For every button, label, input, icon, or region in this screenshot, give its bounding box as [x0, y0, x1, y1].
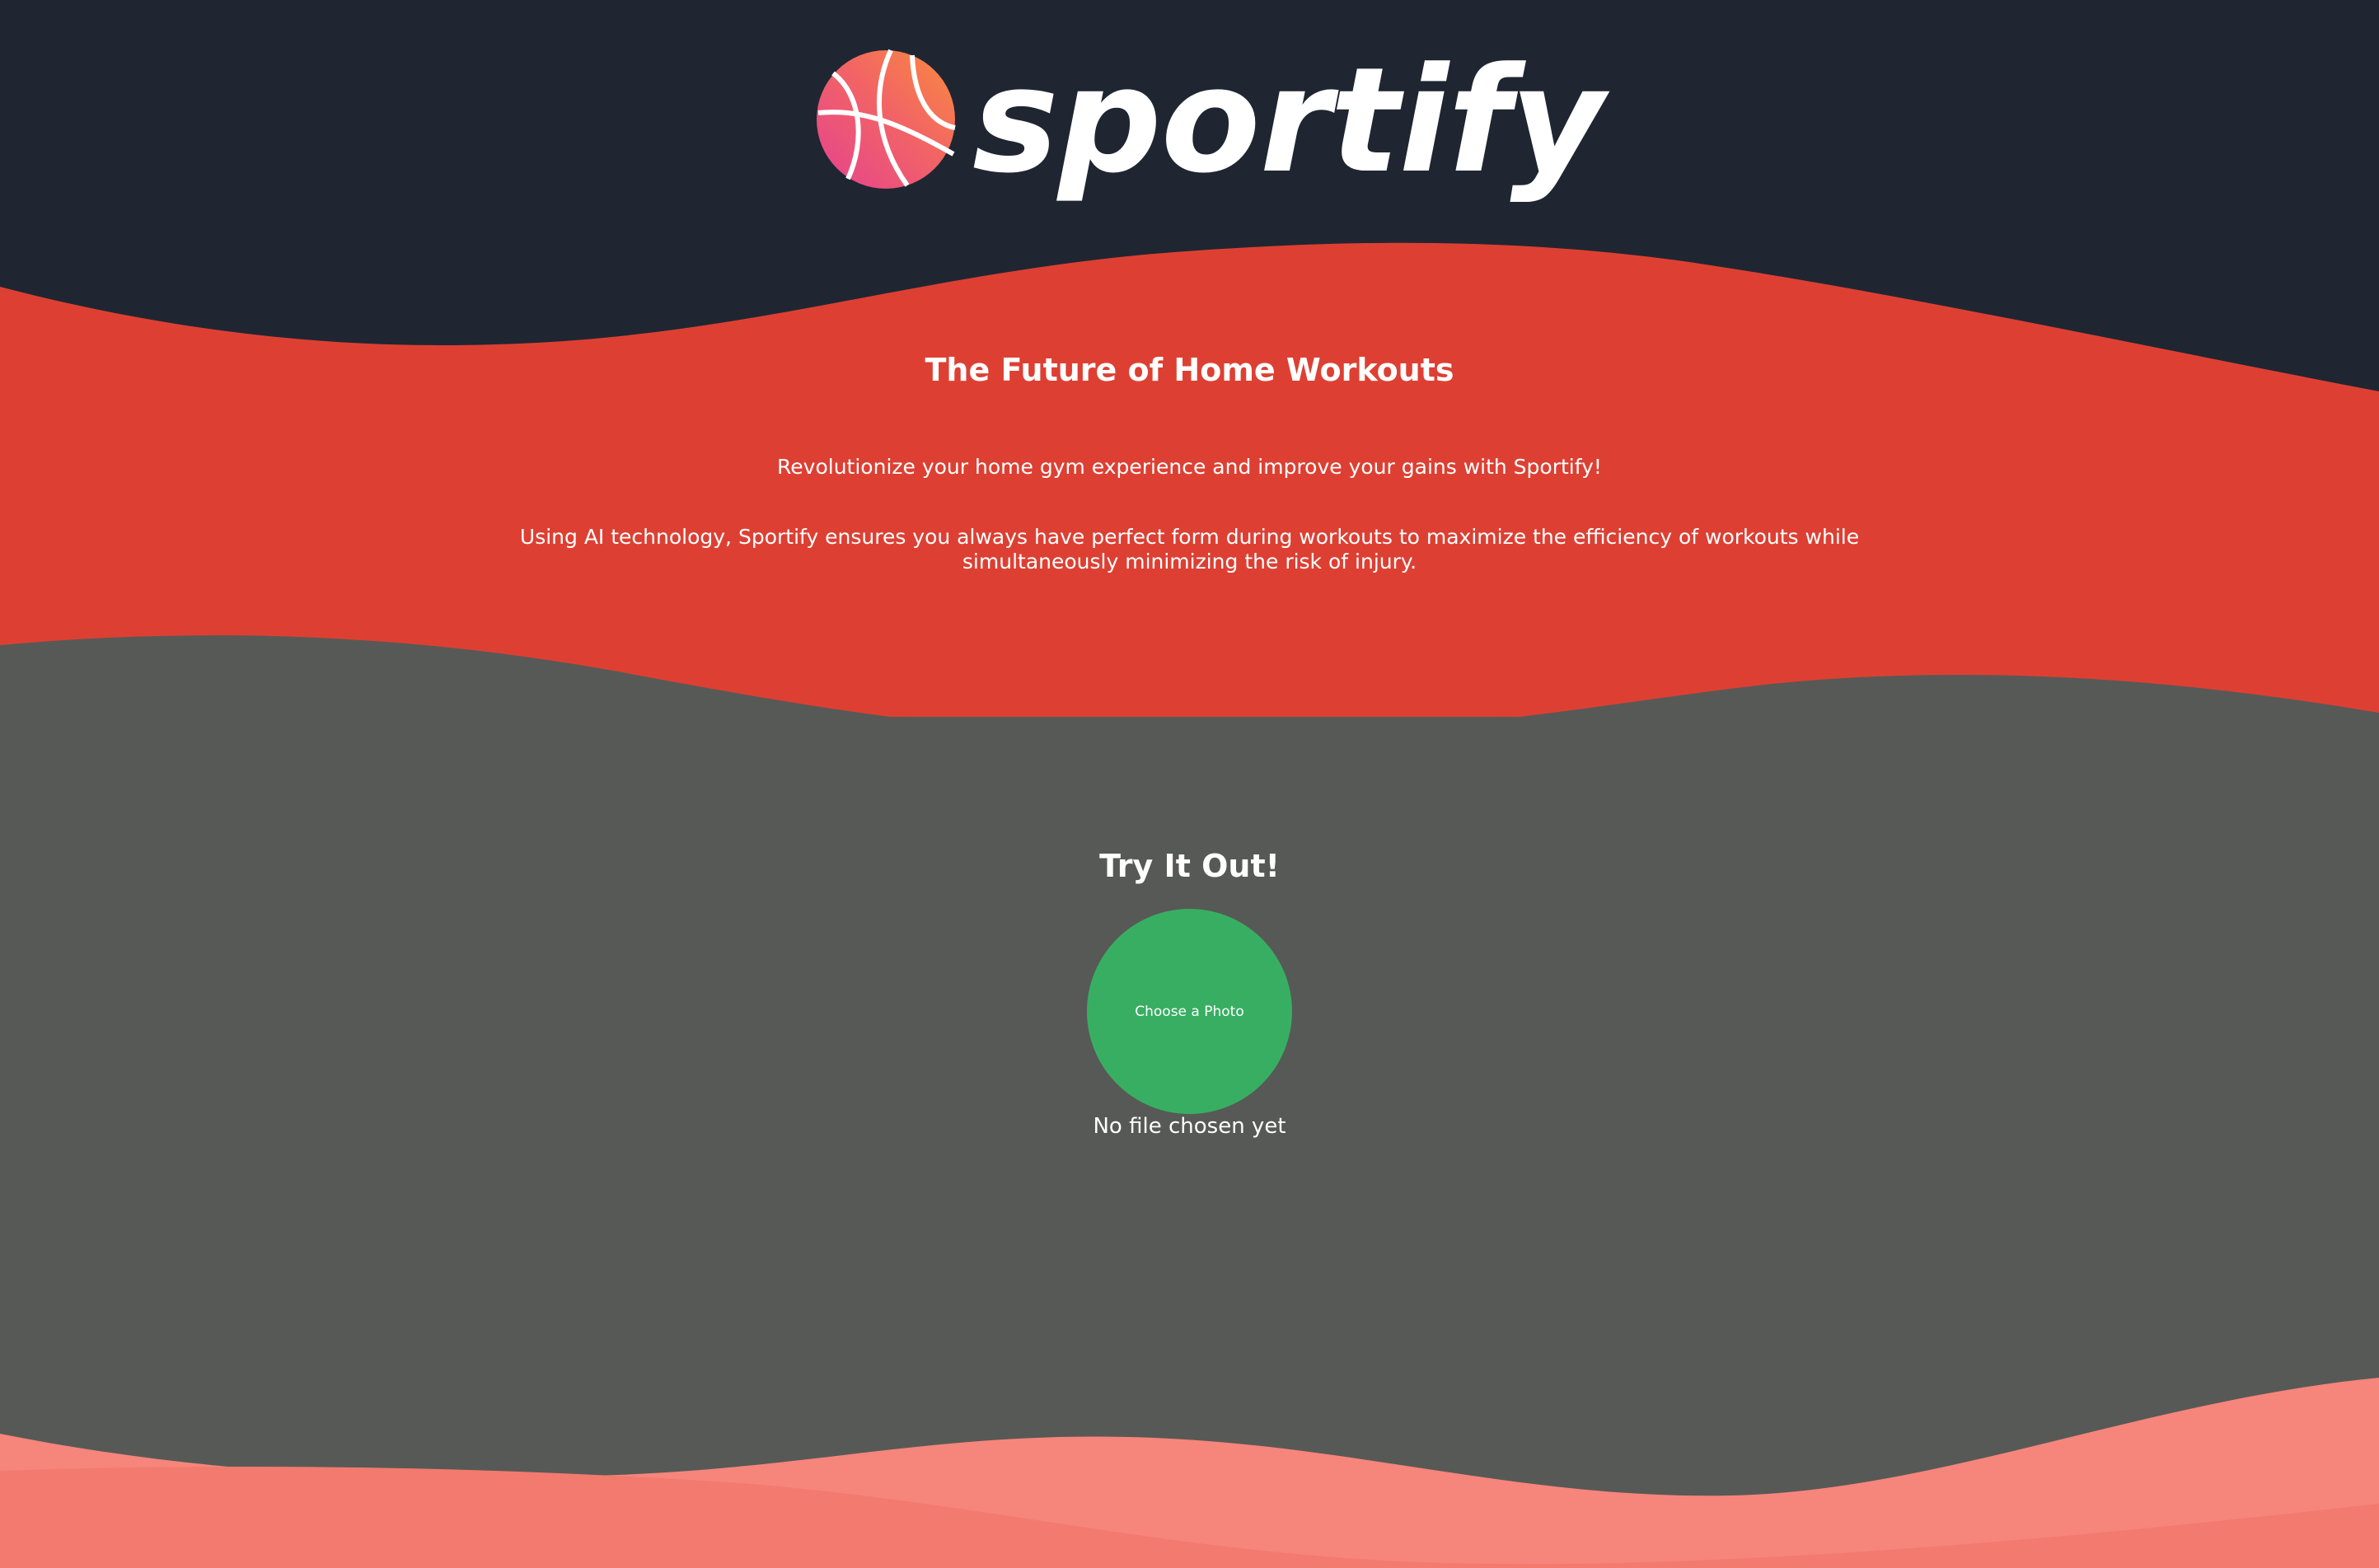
landing-page: sportify The Future of Home Workouts Rev… — [0, 0, 2379, 1568]
basketball-icon — [817, 49, 956, 189]
hero-description: Using AI technology, Sportify ensures yo… — [519, 525, 1860, 573]
brand-logo[interactable]: sportify — [812, 39, 1604, 210]
choose-photo-button[interactable]: Choose a Photo — [1087, 909, 1292, 1114]
background-waves — [0, 0, 2379, 1568]
file-status-text: No file chosen yet — [1093, 1114, 1286, 1139]
try-it-out-title: Try It Out! — [1099, 848, 1280, 884]
hero-title: The Future of Home Workouts — [925, 352, 1454, 388]
hero-subtitle: Revolutionize your home gym experience a… — [777, 455, 1602, 479]
brand-name: sportify — [972, 36, 1604, 205]
